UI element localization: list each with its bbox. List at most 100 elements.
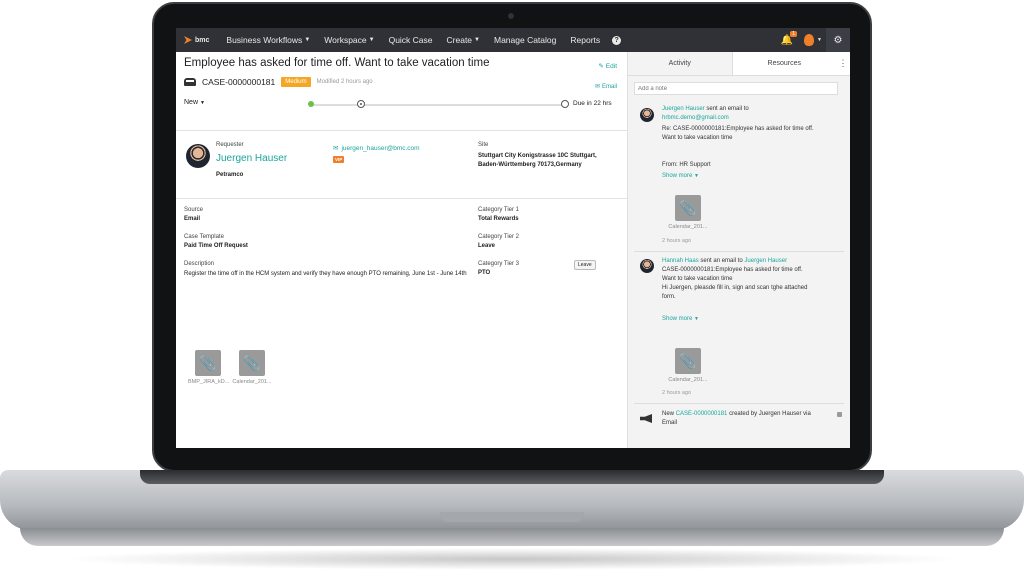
show-more-label: Show more [662, 316, 693, 322]
tab-resources[interactable]: Resources [731, 52, 836, 76]
nav-right: 🔔 1 ▼ ⚙ [774, 28, 850, 52]
nav-create[interactable]: Create ▼ [440, 28, 487, 52]
feed-author-link[interactable]: Juergen Hauser [662, 106, 705, 112]
panel-tabs: Activity Resources ⋮ [628, 52, 850, 76]
nav-quick-case[interactable]: Quick Case [382, 28, 440, 52]
user-menu-button[interactable]: ▼ [800, 28, 826, 52]
sla-start-marker [308, 101, 314, 107]
feed-line: Hi Juergen, pleasde fill in, sign and sc… [662, 285, 808, 291]
feed-divider [634, 251, 844, 252]
case-type-icon [184, 78, 196, 86]
feed-line: CASE-0000000181:Employee has asked for t… [662, 267, 803, 273]
tab-activity[interactable]: Activity [628, 52, 732, 76]
laptop-notch [440, 512, 584, 522]
requester-name[interactable]: Juergen Hauser [216, 153, 287, 164]
help-icon[interactable]: ? [612, 35, 622, 45]
feed-line: From: HR Support [662, 162, 711, 168]
feed-time: 2 hours ago [662, 390, 692, 396]
attachment[interactable]: 📎 Calendar_201... [232, 350, 272, 385]
feed-author-link[interactable]: Hannah Haas [662, 258, 699, 264]
edit-button[interactable]: ✎ Edit [598, 62, 617, 71]
email-button[interactable]: ✉ Email [594, 83, 617, 91]
tier3-label: Category Tier 3 [478, 261, 520, 267]
feed-action: Email [662, 420, 678, 426]
case-id: CASE-0000000181 [202, 77, 276, 87]
nav-business-workflows[interactable]: Business Workflows ▼ [219, 28, 317, 52]
status-row: New ▼ Due in 22 hrs [184, 99, 614, 109]
sla-end-marker [561, 100, 569, 108]
camera [508, 13, 514, 19]
lock-icon [837, 412, 842, 417]
feed-action: sent an email to [700, 258, 743, 264]
feed-avatar [640, 259, 654, 273]
sla-current-marker [357, 100, 365, 108]
source-value: Email [184, 216, 201, 222]
feed-target-link[interactable]: Juergen Hauser [744, 258, 787, 264]
tier1-label: Category Tier 1 [478, 207, 520, 213]
edit-label: Edit [605, 62, 617, 70]
priority-badge: Medium [281, 77, 311, 87]
feed-attachment[interactable]: 📎 Calendar_201... [668, 195, 708, 230]
requester-email-text: juergen_hauser@bmc.com [341, 144, 420, 152]
laptop-foot [20, 528, 1004, 546]
feed-target-link[interactable]: hrbmc.demo@gmail.com [662, 115, 729, 121]
feed-line: form. [662, 294, 676, 300]
activity-panel: Activity Resources ⋮ Juergen Hauser sent… [627, 52, 850, 448]
feed-case-link[interactable]: CASE-0000000181 [676, 411, 728, 417]
show-more-link[interactable]: Show more ▼ [662, 316, 699, 322]
notification-badge: 1 [790, 31, 797, 37]
status-dropdown[interactable]: New ▼ [184, 99, 205, 106]
app-screen: bmc Business Workflows ▼ Workspace ▼ Quick… [176, 28, 850, 448]
case-main: Employee has asked for time off. Want to… [176, 52, 627, 448]
attachment[interactable]: 📎 BMP_JIRA_kD... [188, 350, 229, 385]
status-value: New [184, 99, 199, 106]
feed-item-header: New CASE-0000000181 created by Juergen H… [662, 410, 832, 428]
settings-button[interactable]: ⚙ [826, 28, 850, 52]
user-avatar-icon [804, 34, 815, 46]
sla-progress-track [310, 104, 562, 106]
tier1-value: Total Rewards [478, 216, 519, 222]
divider [176, 130, 627, 131]
bmc-logo-text: bmc [195, 36, 210, 44]
add-note-input[interactable] [634, 82, 838, 95]
vip-badge: VIP [333, 156, 345, 163]
chevron-down-icon: ▼ [474, 37, 480, 43]
more-options-icon[interactable]: ⋮ [836, 52, 850, 76]
tier3-value: PTO [478, 270, 491, 276]
requester-company: Petramco [216, 172, 244, 178]
feed-attachment[interactable]: 📎 Calendar_201... [668, 348, 708, 383]
chevron-down-icon: ▼ [694, 316, 699, 322]
laptop-hinge [140, 470, 884, 484]
envelope-icon: ✉ [594, 84, 600, 90]
site-label: Site [478, 142, 489, 148]
show-more-link[interactable]: Show more ▼ [662, 173, 699, 179]
paperclip-icon: 📎 [195, 350, 221, 376]
chevron-down-icon: ▼ [199, 100, 205, 106]
nav-label: Manage Catalog [493, 35, 557, 45]
feed-divider [634, 403, 844, 404]
feed-item-header: Hannah Haas sent an email to Juergen Hau… [662, 257, 847, 266]
notifications-button[interactable]: 🔔 1 [774, 28, 800, 52]
tier2-label: Category Tier 2 [478, 234, 520, 240]
nav-manage-catalog[interactable]: Manage Catalog [487, 28, 563, 52]
nav-workspace[interactable]: Workspace ▼ [317, 28, 381, 52]
description-label: Description [184, 261, 215, 267]
feed-item-header: Juergen Hauser sent an email to hrbmc.de… [662, 105, 842, 123]
feed-action: created by Juergen Hauser via [729, 411, 811, 417]
attachment-name: Calendar_201... [232, 379, 272, 385]
divider [176, 198, 627, 199]
leave-chip[interactable]: Leave [574, 260, 596, 270]
nav-reports[interactable]: Reports [563, 28, 607, 52]
paperclip-icon: 📎 [675, 195, 701, 221]
feed-line: Want to take vacation time [662, 135, 733, 141]
requester-email[interactable]: ✉ juergen_hauser@bmc.com [333, 144, 420, 153]
bmc-logo[interactable]: bmc [176, 28, 219, 52]
template-label: Case Template [184, 234, 224, 240]
nav-label: Business Workflows [226, 35, 303, 45]
requester-avatar[interactable] [186, 144, 210, 168]
chevron-down-icon: ▼ [368, 37, 375, 43]
show-more-label: Show more [662, 173, 693, 179]
tier2-value: Leave [478, 243, 496, 249]
top-navbar: bmc Business Workflows ▼ Workspace ▼ Quick… [176, 28, 850, 52]
attachment-name: Calendar_201... [668, 377, 708, 383]
